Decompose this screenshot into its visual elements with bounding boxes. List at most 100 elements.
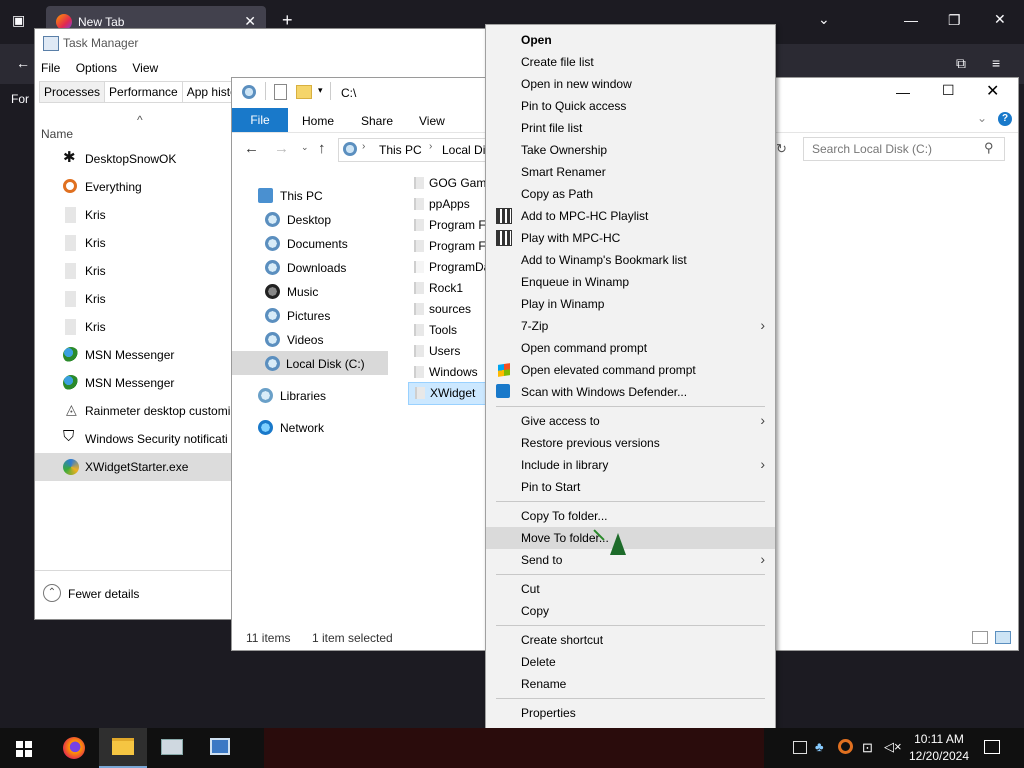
close-icon[interactable]: ✕ bbox=[986, 81, 999, 101]
notifications-icon[interactable] bbox=[984, 740, 1000, 754]
menu-label: Pin to Start bbox=[521, 480, 581, 494]
minimize-icon[interactable]: — bbox=[904, 12, 918, 28]
menu-item-7zip[interactable]: 7-Zip › bbox=[486, 315, 775, 337]
everything-tray-icon[interactable] bbox=[838, 739, 853, 754]
menu-item-open-cmd[interactable]: Open command prompt bbox=[486, 337, 775, 359]
menu-item-take-ownership[interactable]: Take Ownership bbox=[486, 139, 775, 161]
menu-item-cut[interactable]: Cut bbox=[486, 578, 775, 600]
menu-item-add-mpc-playlist[interactable]: Add to MPC-HC Playlist bbox=[486, 205, 775, 227]
menu-item-open-elevated-cmd[interactable]: Open elevated command prompt bbox=[486, 359, 775, 381]
details-view-icon[interactable] bbox=[972, 631, 988, 644]
qat-dropdown-icon[interactable]: ▾ bbox=[318, 85, 323, 96]
process-name: Kris bbox=[85, 236, 106, 250]
refresh-icon[interactable]: ↻ bbox=[776, 141, 787, 157]
tab-performance[interactable]: Performance bbox=[104, 81, 183, 103]
menu-label: Add to MPC-HC Playlist bbox=[521, 209, 649, 223]
properties-icon[interactable] bbox=[274, 84, 287, 100]
menu-item-copy-as-path[interactable]: Copy as Path bbox=[486, 183, 775, 205]
taskbar-task-manager[interactable] bbox=[148, 728, 196, 768]
help-icon[interactable]: ? bbox=[998, 112, 1012, 126]
menu-item-enqueue-winamp[interactable]: Enqueue in Winamp bbox=[486, 271, 775, 293]
menu-item-create-shortcut[interactable]: Create shortcut bbox=[486, 629, 775, 651]
taskbar-file-explorer[interactable] bbox=[99, 728, 147, 768]
menu-item-play-winamp[interactable]: Play in Winamp bbox=[486, 293, 775, 315]
tab-list-icon[interactable]: ▣ bbox=[12, 12, 25, 29]
menu-item-copy[interactable]: Copy bbox=[486, 600, 775, 622]
tab-file[interactable]: File bbox=[232, 108, 288, 132]
process-row[interactable]: ◬ Rainmeter desktop customi bbox=[35, 397, 231, 425]
clock[interactable]: 10:11 AM 12/20/2024 bbox=[906, 732, 972, 763]
forward-icon[interactable]: → bbox=[274, 140, 289, 157]
menu-item-pin-quick-access[interactable]: Pin to Quick access bbox=[486, 95, 775, 117]
address-bar[interactable]: › This PC › Local Disk bbox=[338, 138, 497, 162]
tab-home[interactable]: Home bbox=[302, 114, 334, 128]
menu-item-create-file-list[interactable]: Create file list bbox=[486, 51, 775, 73]
up-icon[interactable]: ↑ bbox=[318, 140, 326, 157]
tab-share[interactable]: Share bbox=[361, 114, 393, 128]
large-icons-view-icon[interactable] bbox=[995, 631, 1011, 644]
menu-item-winamp-bookmark[interactable]: Add to Winamp's Bookmark list bbox=[486, 249, 775, 271]
expand-ribbon-icon[interactable]: ⌄ bbox=[977, 111, 987, 125]
chevron-up-icon[interactable]: ⌃ bbox=[43, 584, 61, 602]
network-tray-icon[interactable]: ⊡ bbox=[862, 740, 873, 756]
menu-file[interactable]: File bbox=[41, 61, 60, 75]
process-row[interactable]: MSN Messenger bbox=[35, 341, 231, 369]
menu-item-properties[interactable]: Properties bbox=[486, 702, 775, 724]
file-item-selected[interactable]: XWidget bbox=[408, 382, 486, 405]
close-window-icon[interactable]: ✕ bbox=[994, 11, 1006, 28]
recent-locations-icon[interactable]: ⌄ bbox=[301, 142, 309, 153]
fewer-details-link[interactable]: Fewer details bbox=[68, 587, 139, 601]
process-row[interactable]: Kris bbox=[35, 257, 231, 285]
process-row[interactable]: Kris bbox=[35, 201, 231, 229]
back-icon[interactable]: ← bbox=[244, 140, 259, 157]
maximize-icon[interactable]: ☐ bbox=[942, 82, 955, 99]
chevron-down-icon[interactable]: ⌄ bbox=[818, 11, 830, 28]
taskbar-firefox[interactable] bbox=[50, 728, 98, 768]
restore-icon[interactable]: ❐ bbox=[948, 12, 961, 29]
menu-item-smart-renamer[interactable]: Smart Renamer bbox=[486, 161, 775, 183]
task-manager-titlebar[interactable]: Task Manager bbox=[35, 29, 505, 57]
menu-item-give-access[interactable]: Give access to › bbox=[486, 410, 775, 432]
process-row[interactable]: Kris bbox=[35, 313, 231, 341]
menu-item-open-new-window[interactable]: Open in new window bbox=[486, 73, 775, 95]
menu-item-scan-defender[interactable]: Scan with Windows Defender... bbox=[486, 381, 775, 403]
process-row[interactable]: Kris bbox=[35, 285, 231, 313]
column-name-header[interactable]: Name bbox=[41, 127, 73, 141]
menu-item-copy-to-folder[interactable]: Copy To folder... bbox=[486, 505, 775, 527]
process-row[interactable]: MSN Messenger bbox=[35, 369, 231, 397]
tray-icon[interactable] bbox=[793, 741, 807, 754]
menu-options[interactable]: Options bbox=[76, 61, 117, 75]
taskbar-control-panel[interactable] bbox=[197, 728, 245, 768]
process-row[interactable]: Kris bbox=[35, 229, 231, 257]
process-name: DesktopSnowOK bbox=[85, 152, 177, 166]
process-row[interactable]: ✱ DesktopSnowOK bbox=[35, 145, 231, 173]
menu-item-play-mpc[interactable]: Play with MPC-HC bbox=[486, 227, 775, 249]
menu-item-delete[interactable]: Delete bbox=[486, 651, 775, 673]
process-row[interactable]: ⛉ Windows Security notificati bbox=[35, 425, 231, 453]
minimize-icon[interactable]: — bbox=[896, 84, 910, 100]
tab-view[interactable]: View bbox=[419, 114, 445, 128]
process-row-selected[interactable]: XWidgetStarter.exe bbox=[35, 453, 231, 481]
start-button-icon[interactable] bbox=[16, 741, 32, 757]
menu-item-print-file-list[interactable]: Print file list bbox=[486, 117, 775, 139]
menu-item-include-library[interactable]: Include in library › bbox=[486, 454, 775, 476]
breadcrumb-this-pc[interactable]: This PC bbox=[379, 143, 422, 157]
volume-muted-icon[interactable]: ◁× bbox=[884, 739, 902, 755]
extensions-icon[interactable]: ⧉ bbox=[956, 55, 966, 72]
menu-item-open[interactable]: Open bbox=[486, 29, 775, 51]
process-row[interactable]: Everything bbox=[35, 173, 231, 201]
menu-item-restore-versions[interactable]: Restore previous versions bbox=[486, 432, 775, 454]
back-icon[interactable]: ← bbox=[16, 55, 30, 71]
nav-local-disk-selected[interactable]: Local Disk (C:) bbox=[232, 351, 388, 375]
taskbar: ♣ ⊡ ◁× 10:11 AM 12/20/2024 bbox=[0, 728, 1024, 768]
menu-item-move-to-folder[interactable]: Move To folder... bbox=[486, 527, 775, 549]
menu-item-pin-start[interactable]: Pin to Start bbox=[486, 476, 775, 498]
menu-icon[interactable]: ≡ bbox=[992, 55, 1000, 71]
search-box[interactable]: Search Local Disk (C:) ⚲ bbox=[803, 137, 1005, 161]
tab-processes[interactable]: Processes bbox=[39, 81, 106, 103]
menu-view[interactable]: View bbox=[132, 61, 158, 75]
menu-item-rename[interactable]: Rename bbox=[486, 673, 775, 695]
new-folder-icon[interactable] bbox=[296, 85, 312, 99]
menu-item-send-to[interactable]: Send to › bbox=[486, 549, 775, 571]
tray-app-icon[interactable]: ♣ bbox=[815, 739, 824, 754]
